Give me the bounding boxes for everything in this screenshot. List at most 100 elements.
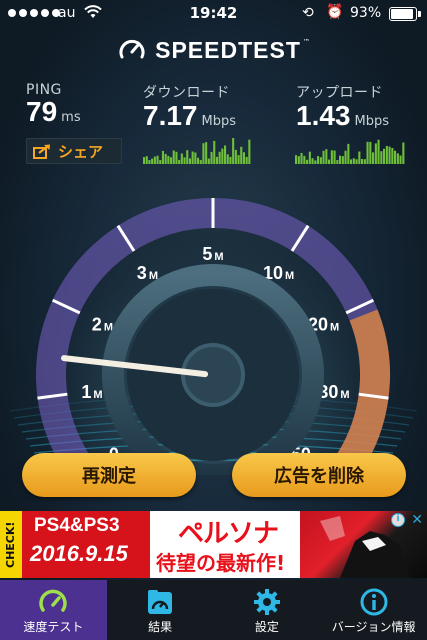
ad-character-image [300, 511, 427, 578]
sparkline-bar [380, 151, 383, 164]
tab-settings[interactable]: 設定 [214, 580, 321, 640]
sparkline-bar [361, 159, 364, 164]
share-label: シェア [58, 142, 104, 161]
sparkline-bar [229, 156, 232, 164]
sparkline-bar [358, 151, 361, 164]
sparkline-bar [221, 148, 224, 164]
download-value: 7.17 [143, 100, 198, 131]
sparkline-bar [394, 150, 397, 164]
ping-unit: ms [61, 110, 81, 125]
ping-value: 79 [26, 96, 58, 127]
speed-gauge: 0M1M2M3M5M10M20M30M50M [9, 195, 418, 475]
ad-title-panel: ペルソナ 待望の最新作! [150, 511, 300, 578]
download-label: ダウンロード [143, 85, 230, 101]
retest-button[interactable]: 再測定 [22, 453, 196, 497]
sparkline-bar [199, 160, 202, 164]
sparkline-bar [374, 143, 377, 164]
sparkline-bar [339, 155, 342, 164]
tab-label: 速度テスト [23, 620, 84, 634]
sparkline-bar [213, 140, 216, 164]
sparkline-bar [396, 153, 399, 164]
sparkline-bar [202, 143, 205, 164]
tab-results[interactable]: 結果 [107, 580, 214, 640]
sparkline-bar [143, 157, 146, 164]
tab-label: 結果 [148, 620, 173, 634]
sparkline-bar [245, 156, 248, 164]
sparkline-bar [170, 157, 173, 164]
share-button[interactable]: シェア [26, 138, 122, 164]
tab-bar: 速度テスト 結果 設定 バージョン情報 [0, 580, 427, 640]
sparkline-bar [242, 152, 245, 164]
download-sparkline [143, 138, 251, 164]
ad-check-label: CHECK! [0, 511, 22, 578]
sparkline-bar [372, 152, 375, 164]
sparkline-bar [148, 160, 151, 164]
sparkline-bar [366, 141, 369, 164]
sparkline-bar [385, 145, 388, 164]
sparkline-bar [399, 155, 402, 164]
battery-icon [389, 7, 421, 21]
ping-metric: PING 79 ms [26, 82, 81, 128]
sparkline-bar [350, 159, 353, 164]
sparkline-bar [183, 157, 186, 164]
sparkline-bar [237, 155, 240, 164]
download-unit: Mbps [201, 114, 237, 129]
upload-sparkline [295, 139, 405, 164]
sparkline-bar [402, 142, 405, 164]
tab-label: 設定 [254, 620, 279, 634]
sparkline-bar [210, 151, 213, 164]
sparkline-bar [161, 150, 164, 164]
sparkline-bar [333, 150, 336, 164]
sparkline-bar [178, 159, 181, 164]
sparkline-bar [145, 156, 148, 164]
sparkline-bar [167, 155, 170, 164]
ad-info-icon[interactable]: i [391, 513, 405, 527]
status-bar: au 19:42 ⟲ ⏰ 93% [0, 0, 427, 30]
sparkline-bar [317, 156, 320, 164]
sparkline-bar [159, 160, 162, 164]
sparkline-bar [352, 158, 355, 164]
logo-text: SPEEDTEST [155, 36, 301, 63]
sparkline-bar [188, 158, 191, 164]
sparkline-bar [248, 139, 251, 164]
sparkline-bar [295, 155, 298, 164]
sparkline-bar [336, 160, 339, 164]
sparkline-bar [388, 146, 391, 164]
sparkline-bar [311, 158, 314, 164]
sparkline-bar [180, 153, 183, 164]
tab-speed-test[interactable]: 速度テスト [0, 580, 107, 640]
sparkline-bar [341, 156, 344, 164]
ad-platforms: PS4&PS3 [34, 515, 120, 536]
sparkline-bar [164, 153, 167, 164]
upload-label: アップロード [296, 85, 383, 101]
sparkline-bar [369, 141, 372, 164]
sparkline-bar [215, 156, 218, 164]
sparkline-bar [226, 154, 229, 164]
sparkline-bar [191, 151, 194, 164]
sparkline-bar [322, 150, 325, 164]
sparkline-bar [319, 157, 322, 164]
logo-trademark: ™ [302, 38, 310, 46]
sparkline-bar [197, 157, 200, 164]
sparkline-bar [232, 138, 235, 164]
sparkline-bar [363, 159, 366, 164]
remove-ads-button[interactable]: 広告を削除 [232, 453, 406, 497]
sparkline-bar [175, 151, 178, 164]
speedtest-logo: SPEEDTEST ™ [0, 34, 427, 66]
tab-label: バージョン情報 [331, 620, 416, 634]
ad-close-icon[interactable]: ✕ [411, 512, 423, 528]
ad-banner[interactable]: CHECK! PS4&PS3 2016.9.15 ペルソナ 待望の最新作! i … [0, 511, 427, 578]
sparkline-bar [205, 142, 208, 164]
sparkline-bar [355, 159, 358, 164]
sparkline-bar [156, 155, 159, 164]
alarm-icon: ⏰ [326, 4, 344, 20]
tab-about[interactable]: バージョン情報 [320, 580, 427, 640]
sparkline-bar [330, 150, 333, 164]
ad-date: 2016.9.15 [30, 541, 128, 566]
sparkline-bar [240, 146, 243, 164]
ad-character-silhouette [320, 516, 410, 578]
speedtest-screen: au 19:42 ⟲ ⏰ 93% SPEEDTEST ™ PING 79 ms … [0, 0, 427, 640]
sparkline-bar [151, 158, 154, 164]
upload-value: 1.43 [296, 100, 351, 131]
sparkline-bar [347, 143, 350, 164]
